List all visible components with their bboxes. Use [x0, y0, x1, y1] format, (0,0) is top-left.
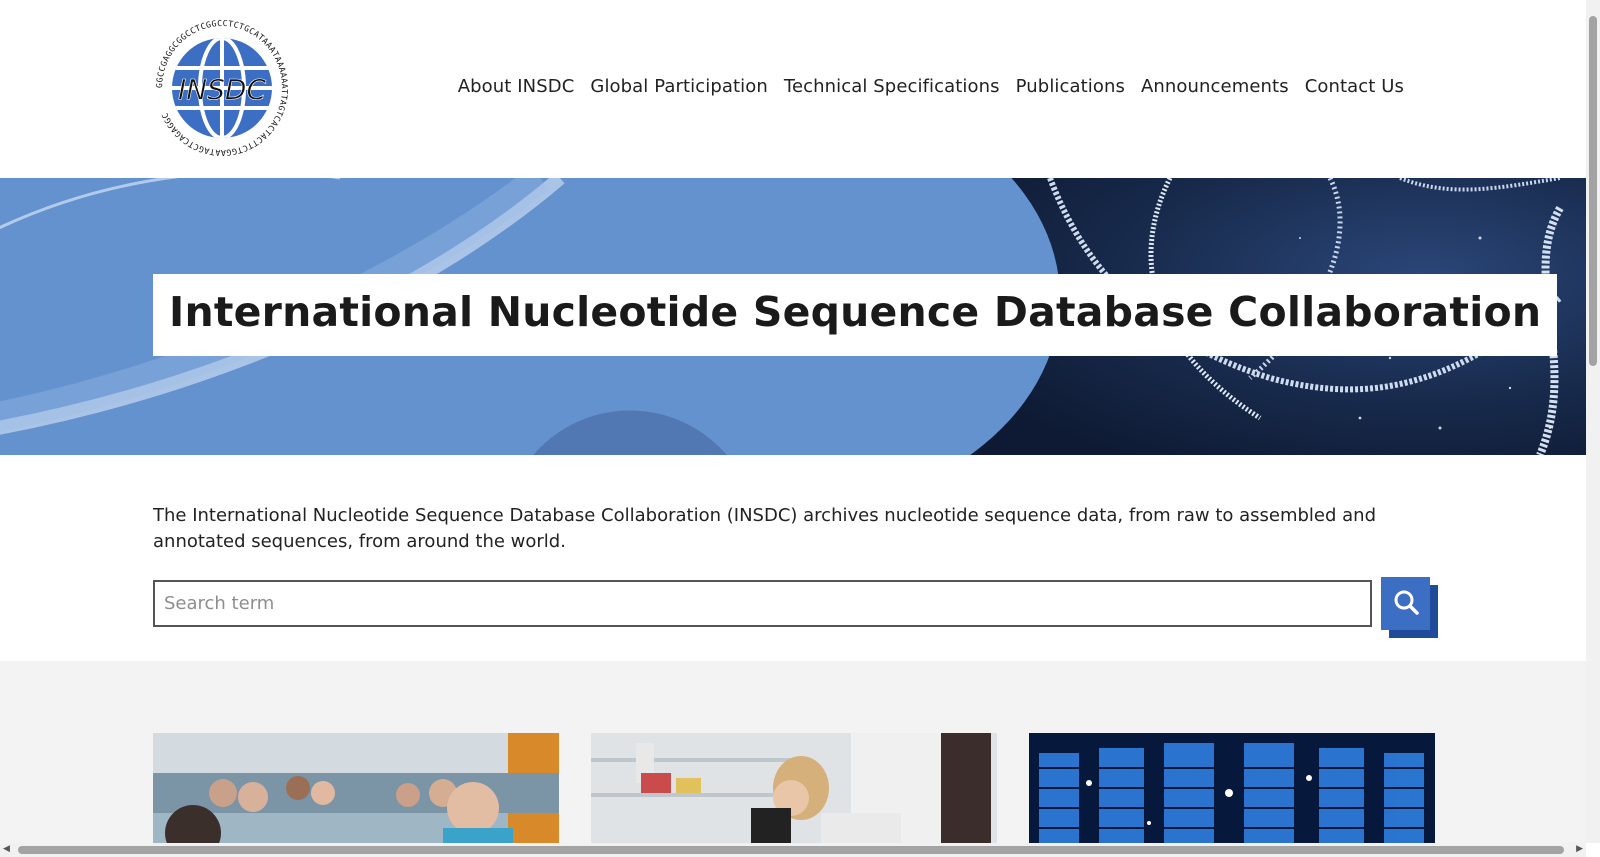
team-photo — [153, 733, 559, 857]
card-datacenter-image[interactable] — [1029, 733, 1435, 857]
hero-title-box: International Nucleotide Sequence Databa… — [153, 274, 1558, 356]
site-header: INSDC GGCCGAGGCGGCCTCGGCCTCTGCATAAATAAAA… — [0, 0, 1586, 178]
main-nav: About INSDC Global Participation Technic… — [450, 76, 1412, 97]
page-title: International Nucleotide Sequence Databa… — [169, 288, 1542, 336]
globe-logo-icon: INSDC GGCCGAGGCGGCCTCGGCCTCTGCATAAATAAAA… — [154, 18, 290, 158]
horizontal-scrollbar[interactable]: ◀ ▶ — [0, 843, 1586, 857]
cards-section — [0, 661, 1586, 857]
search-input[interactable] — [153, 580, 1372, 627]
nav-about-insdc[interactable]: About INSDC — [450, 76, 583, 97]
nav-publications[interactable]: Publications — [1008, 76, 1133, 97]
vertical-scrollbar[interactable] — [1586, 0, 1600, 843]
intro-paragraph: The International Nucleotide Sequence Da… — [153, 505, 1377, 552]
nav-announcements[interactable]: Announcements — [1133, 76, 1297, 97]
scroll-left-arrow-icon[interactable]: ◀ — [3, 844, 10, 854]
data-center-photo — [1029, 733, 1435, 857]
search-icon — [1393, 589, 1419, 618]
scroll-right-arrow-icon[interactable]: ▶ — [1576, 844, 1583, 854]
hero-banner: International Nucleotide Sequence Databa… — [0, 178, 1586, 455]
card-lab-image[interactable] — [591, 733, 997, 857]
nav-technical-specifications[interactable]: Technical Specifications — [776, 76, 1008, 97]
vertical-scrollbar-thumb[interactable] — [1589, 16, 1597, 366]
nav-contact-us[interactable]: Contact Us — [1297, 76, 1412, 97]
search-button[interactable] — [1381, 577, 1430, 630]
svg-text:INSDC: INSDC — [178, 73, 267, 106]
horizontal-scrollbar-thumb[interactable] — [18, 846, 1564, 854]
nav-global-participation[interactable]: Global Participation — [582, 76, 776, 97]
card-team-image[interactable] — [153, 733, 559, 857]
insdc-logo[interactable]: INSDC GGCCGAGGCGGCCTCGGCCTCTGCATAAATAAAA… — [154, 18, 290, 158]
lab-microscope-photo — [591, 733, 997, 857]
